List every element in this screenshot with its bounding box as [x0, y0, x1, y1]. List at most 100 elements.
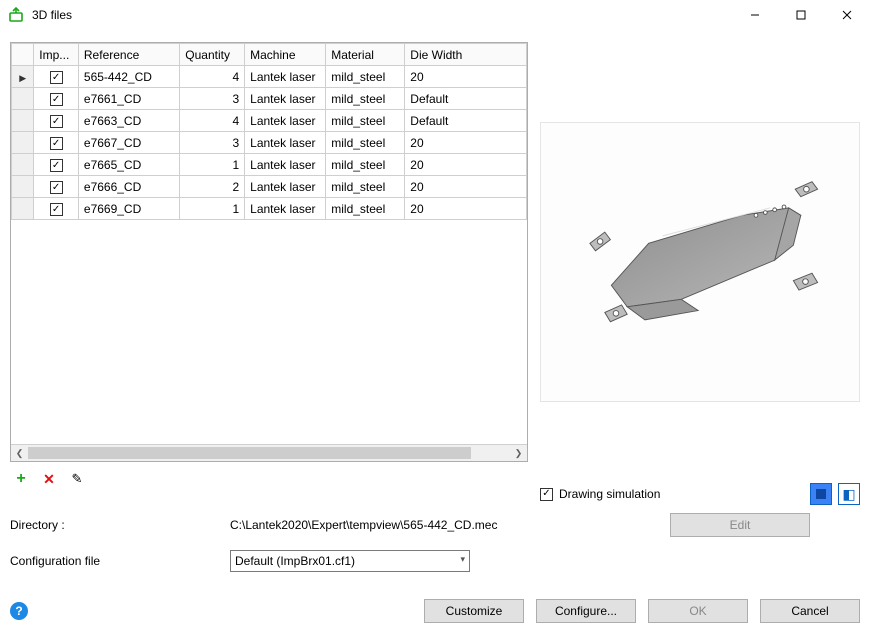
col-quantity[interactable]: Quantity [180, 44, 245, 66]
cell-die_width[interactable]: Default [405, 88, 527, 110]
customize-button[interactable]: Customize [424, 599, 524, 623]
col-diewidth[interactable]: Die Width [405, 44, 527, 66]
view-2d-button[interactable] [810, 483, 832, 505]
window-title: 3D files [32, 8, 72, 22]
cell-material[interactable]: mild_steel [326, 110, 405, 132]
cell-quantity[interactable]: 1 [180, 154, 245, 176]
row-selector-cell[interactable] [12, 132, 34, 154]
import-checkbox-cell[interactable]: ✓ [34, 110, 79, 132]
table-row[interactable]: ✓ e7669_CD1Lantek lasermild_steel20 [12, 198, 527, 220]
cell-reference[interactable]: e7669_CD [78, 198, 179, 220]
row-selector-cell[interactable] [12, 110, 34, 132]
cell-material[interactable]: mild_steel [326, 198, 405, 220]
cell-machine[interactable]: Lantek laser [245, 110, 326, 132]
table-row[interactable]: ✓e7661_CD3Lantek lasermild_steelDefault [12, 88, 527, 110]
cell-material[interactable]: mild_steel [326, 88, 405, 110]
drawing-simulation-label: Drawing simulation [559, 487, 660, 501]
cell-machine[interactable]: Lantek laser [245, 176, 326, 198]
cell-die_width[interactable]: 20 [405, 66, 527, 88]
import-checkbox-cell[interactable]: ✓ [34, 198, 79, 220]
col-material[interactable]: Material [326, 44, 405, 66]
import-checkbox-cell[interactable]: ✓ [34, 66, 79, 88]
table-row[interactable]: ✓e7665_CD1Lantek lasermild_steel20 [12, 154, 527, 176]
import-checkbox-cell[interactable]: ✓ [34, 154, 79, 176]
cell-machine[interactable]: Lantek laser [245, 132, 326, 154]
scroll-right-icon[interactable]: ❯ [510, 445, 527, 462]
cell-quantity[interactable]: 4 [180, 110, 245, 132]
configure-button[interactable]: Configure... [536, 599, 636, 623]
delete-row-button[interactable]: ✕ [38, 468, 60, 490]
help-button[interactable]: ? [10, 602, 28, 620]
scroll-left-icon[interactable]: ❮ [11, 445, 28, 462]
cell-machine[interactable]: Lantek laser [245, 88, 326, 110]
import-checkbox-cell[interactable]: ✓ [34, 176, 79, 198]
col-machine[interactable]: Machine [245, 44, 326, 66]
window-close-button[interactable] [824, 0, 870, 30]
cell-die_width[interactable]: 20 [405, 154, 527, 176]
import-checkbox-cell[interactable]: ✓ [34, 88, 79, 110]
edit-row-button[interactable]: ✎ [66, 468, 88, 490]
import-checkbox-cell[interactable]: ✓ [34, 132, 79, 154]
cell-reference[interactable]: e7665_CD [78, 154, 179, 176]
add-row-button[interactable]: + [10, 468, 32, 490]
cell-reference[interactable]: e7661_CD [78, 88, 179, 110]
grid-header-row: Imp... Reference Quantity Machine Materi… [12, 44, 527, 66]
cell-reference[interactable]: e7663_CD [78, 110, 179, 132]
cell-material[interactable]: mild_steel [326, 154, 405, 176]
window-minimize-button[interactable] [732, 0, 778, 30]
chevron-down-icon: ▾ [460, 554, 465, 565]
row-pointer-icon: ▶ [19, 73, 26, 83]
col-import[interactable]: Imp... [34, 44, 79, 66]
cell-reference[interactable]: e7667_CD [78, 132, 179, 154]
cell-machine[interactable]: Lantek laser [245, 198, 326, 220]
cell-quantity[interactable]: 4 [180, 66, 245, 88]
cell-machine[interactable]: Lantek laser [245, 154, 326, 176]
cell-reference[interactable]: 565-442_CD [78, 66, 179, 88]
directory-label: Directory : [10, 518, 230, 532]
cancel-button[interactable]: Cancel [760, 599, 860, 623]
cube-icon: ◧ [842, 486, 855, 503]
square-icon [816, 489, 826, 499]
files-grid[interactable]: Imp... Reference Quantity Machine Materi… [10, 42, 528, 462]
cell-die_width[interactable]: 20 [405, 176, 527, 198]
configuration-file-value: Default (ImpBrx01.cf1) [235, 554, 355, 568]
check-icon: ✓ [50, 71, 63, 84]
table-row[interactable]: ✓e7663_CD4Lantek lasermild_steelDefault [12, 110, 527, 132]
cell-material[interactable]: mild_steel [326, 176, 405, 198]
titlebar: 3D files [0, 0, 870, 30]
plus-icon: + [16, 470, 25, 488]
check-icon: ✓ [540, 488, 553, 501]
grid-horizontal-scrollbar[interactable]: ❮ ❯ [11, 444, 527, 461]
cell-quantity[interactable]: 3 [180, 88, 245, 110]
col-reference[interactable]: Reference [78, 44, 179, 66]
cell-quantity[interactable]: 3 [180, 132, 245, 154]
preview-3d-viewport[interactable] [540, 122, 860, 402]
row-selector-cell[interactable] [12, 176, 34, 198]
table-row[interactable]: ✓ e7667_CD3Lantek lasermild_steel20 [12, 132, 527, 154]
window-maximize-button[interactable] [778, 0, 824, 30]
cell-reference[interactable]: e7666_CD [78, 176, 179, 198]
edit-button[interactable]: Edit [670, 513, 810, 537]
view-3d-button[interactable]: ◧ [838, 483, 860, 505]
configuration-file-select[interactable]: Default (ImpBrx01.cf1) ▾ [230, 550, 470, 572]
row-selector-cell[interactable] [12, 154, 34, 176]
row-selector-cell[interactable] [12, 198, 34, 220]
cell-die_width[interactable]: 20 [405, 198, 527, 220]
col-selector[interactable] [12, 44, 34, 66]
cell-die_width[interactable]: Default [405, 110, 527, 132]
cell-material[interactable]: mild_steel [326, 132, 405, 154]
drawing-simulation-checkbox[interactable]: ✓ Drawing simulation [540, 487, 660, 501]
cell-material[interactable]: mild_steel [326, 66, 405, 88]
check-icon: ✓ [50, 203, 63, 216]
cell-quantity[interactable]: 1 [180, 198, 245, 220]
check-icon: ✓ [50, 137, 63, 150]
check-icon: ✓ [50, 181, 63, 194]
table-row[interactable]: ✓ e7666_CD2Lantek lasermild_steel20 [12, 176, 527, 198]
row-selector-cell[interactable]: ▶ [12, 66, 34, 88]
ok-button[interactable]: OK [648, 599, 748, 623]
table-row[interactable]: ▶ ✓ 565-442_CD4Lantek lasermild_steel20 [12, 66, 527, 88]
cell-die_width[interactable]: 20 [405, 132, 527, 154]
cell-machine[interactable]: Lantek laser [245, 66, 326, 88]
cell-quantity[interactable]: 2 [180, 176, 245, 198]
row-selector-cell[interactable] [12, 88, 34, 110]
